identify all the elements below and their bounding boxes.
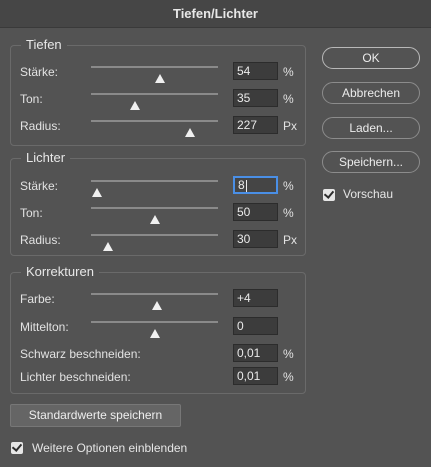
slider-tiefen-ton[interactable]	[91, 93, 218, 110]
label-lichter-radius: Radius:	[20, 233, 61, 247]
input-farbe[interactable]: +4	[233, 289, 278, 307]
label-schwarz-beschneiden: Schwarz beschneiden:	[20, 347, 141, 361]
slider-thumb[interactable]	[130, 101, 141, 110]
row-tiefen-ton: Ton: 35 %	[11, 89, 305, 110]
input-mittelton[interactable]: 0	[233, 317, 278, 335]
group-lichter-title: Lichter	[21, 150, 71, 165]
input-lichter-radius[interactable]: 30	[233, 230, 278, 248]
group-korrekturen: Korrekturen Farbe: +4 Mittelton: 0 Schwa…	[10, 264, 306, 394]
slider-tiefen-radius[interactable]	[91, 120, 218, 137]
row-lichter-ton: Ton: 50 %	[11, 203, 305, 224]
slider-farbe[interactable]	[91, 293, 218, 310]
label-lichter-ton: Ton:	[20, 206, 43, 220]
label-lichter-beschneiden: Lichter beschneiden:	[20, 370, 131, 384]
slider-lichter-radius[interactable]	[91, 234, 218, 251]
slider-lichter-staerke[interactable]	[91, 180, 218, 197]
save-defaults-button[interactable]: Standardwerte speichern	[10, 404, 181, 427]
slider-thumb[interactable]	[185, 128, 196, 137]
slider-thumb[interactable]	[149, 329, 160, 338]
unit-lichter-staerke: %	[283, 179, 294, 193]
slider-thumb[interactable]	[102, 242, 113, 251]
ok-button[interactable]: OK	[322, 47, 420, 69]
unit-tiefen-ton: %	[283, 92, 294, 106]
unit-schwarz-beschneiden: %	[283, 347, 294, 361]
preview-checkbox[interactable]	[323, 189, 335, 201]
label-tiefen-ton: Ton:	[20, 92, 43, 106]
dialog-title: Tiefen/Lichter	[0, 0, 431, 28]
save-button[interactable]: Speichern...	[322, 151, 420, 173]
slider-thumb[interactable]	[152, 301, 163, 310]
row-farbe: Farbe: +4	[11, 289, 305, 310]
slider-mittelton[interactable]	[91, 321, 218, 338]
row-tiefen-radius: Radius: 227 Px	[11, 116, 305, 137]
text-caret	[245, 179, 247, 192]
load-button[interactable]: Laden...	[322, 117, 420, 139]
unit-tiefen-radius: Px	[283, 119, 298, 133]
group-tiefen: Tiefen Stärke: 54 % Ton: 35 % Radius: 22…	[10, 37, 306, 146]
input-lichter-ton[interactable]: 50	[233, 203, 278, 221]
slider-tiefen-staerke[interactable]	[91, 66, 218, 83]
label-farbe: Farbe:	[20, 292, 55, 306]
input-tiefen-staerke[interactable]: 54	[233, 62, 278, 80]
label-lichter-staerke: Stärke:	[20, 179, 59, 193]
row-mittelton: Mittelton: 0	[11, 317, 305, 338]
slider-thumb[interactable]	[92, 188, 103, 197]
unit-lichter-ton: %	[283, 206, 294, 220]
row-tiefen-staerke: Stärke: 54 %	[11, 62, 305, 83]
input-lichter-staerke-text: 8	[238, 178, 245, 192]
input-tiefen-radius[interactable]: 227	[233, 116, 278, 134]
shadows-highlights-dialog: Tiefen/Lichter Tiefen Stärke: 54 % Ton: …	[0, 0, 431, 467]
input-lichter-staerke[interactable]: 8	[233, 176, 278, 194]
group-lichter: Lichter Stärke: 8 % Ton: 50 % Radius: 30…	[10, 150, 306, 256]
cancel-button[interactable]: Abbrechen	[322, 82, 420, 104]
unit-lichter-radius: Px	[283, 233, 298, 247]
unit-tiefen-staerke: %	[283, 65, 294, 79]
row-lichter-beschneiden: Lichter beschneiden: 0,01 %	[11, 367, 305, 387]
group-tiefen-title: Tiefen	[21, 37, 67, 52]
unit-lichter-beschneiden: %	[283, 370, 294, 384]
label-tiefen-staerke: Stärke:	[20, 65, 59, 79]
preview-label: Vorschau	[343, 187, 394, 201]
row-lichter-radius: Radius: 30 Px	[11, 230, 305, 251]
more-options-label: Weitere Optionen einblenden	[32, 441, 188, 455]
slider-thumb[interactable]	[149, 215, 160, 224]
row-lichter-staerke: Stärke: 8 %	[11, 176, 305, 197]
slider-thumb[interactable]	[154, 74, 165, 83]
group-korrekturen-title: Korrekturen	[21, 264, 99, 279]
input-tiefen-ton[interactable]: 35	[233, 89, 278, 107]
row-schwarz-beschneiden: Schwarz beschneiden: 0,01 %	[11, 344, 305, 364]
slider-lichter-ton[interactable]	[91, 207, 218, 224]
input-schwarz-beschneiden[interactable]: 0,01	[233, 344, 278, 362]
input-lichter-beschneiden[interactable]: 0,01	[233, 367, 278, 385]
label-mittelton: Mittelton:	[20, 320, 69, 334]
more-options-checkbox[interactable]	[11, 442, 23, 454]
label-tiefen-radius: Radius:	[20, 119, 61, 133]
